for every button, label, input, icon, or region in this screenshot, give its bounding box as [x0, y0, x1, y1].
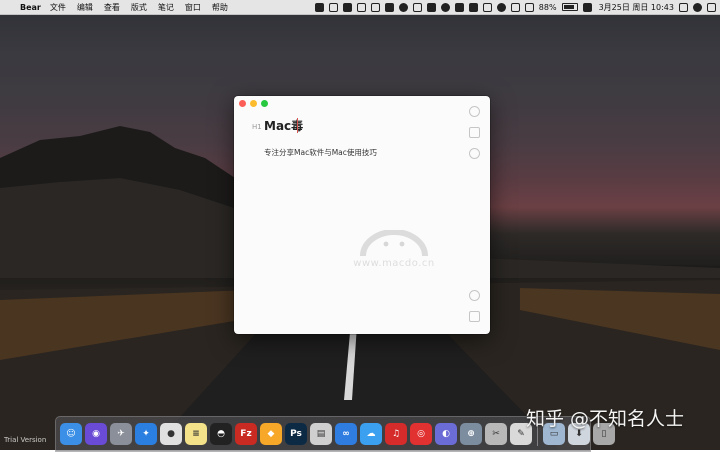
menu-edit[interactable]: 编辑: [77, 2, 93, 13]
menu-file[interactable]: 文件: [50, 2, 66, 13]
scanner-icon[interactable]: ▤: [310, 423, 332, 445]
safari-icon[interactable]: ✦: [135, 423, 157, 445]
zoom-button[interactable]: [261, 100, 268, 107]
netease-cloud-icon[interactable]: ◎: [410, 423, 432, 445]
heading-marker: H1: [252, 123, 262, 131]
menu-clock[interactable]: 3月25日 周日 10:43: [599, 2, 674, 13]
status-upload-icon[interactable]: [370, 2, 380, 12]
pencil-icon[interactable]: [469, 290, 480, 301]
zhihu-watermark: 知乎 @不知名人士: [526, 408, 685, 430]
volume-icon[interactable]: [524, 2, 534, 12]
baidu-cloud-icon[interactable]: ∞: [335, 423, 357, 445]
status-record-icon[interactable]: [398, 2, 408, 12]
status-grid-icon[interactable]: [342, 2, 352, 12]
spotlight-icon[interactable]: [679, 2, 688, 12]
siri-icon[interactable]: ◉: [85, 423, 107, 445]
status-eye-icon[interactable]: [440, 2, 450, 12]
info-icon[interactable]: [469, 106, 480, 117]
macdo-logo: [360, 230, 428, 257]
bear-note-window: H1 Mac毒 专注分享Mac软件与Mac使用技巧 www.macdo.cn: [234, 96, 490, 334]
launchpad-icon[interactable]: ✈: [110, 423, 132, 445]
network-utility-icon[interactable]: ⊕: [460, 423, 482, 445]
finder-icon[interactable]: ☺: [60, 423, 82, 445]
status-pin-icon[interactable]: [482, 2, 492, 12]
battery-icon[interactable]: [561, 3, 578, 11]
status-dot-icon[interactable]: [496, 2, 506, 12]
netease-music-icon[interactable]: ♫: [385, 423, 407, 445]
menu-window[interactable]: 窗口: [185, 2, 201, 13]
menu-note[interactable]: 笔记: [158, 2, 174, 13]
istat-icon[interactable]: ◐: [435, 423, 457, 445]
trial-version-label: Trial Version: [4, 436, 47, 444]
filezilla-icon[interactable]: Fz: [235, 423, 257, 445]
icloud-icon[interactable]: ☁: [360, 423, 382, 445]
siri-menu-icon[interactable]: [693, 2, 702, 12]
status-reply-icon[interactable]: [426, 2, 436, 12]
status-window-icon[interactable]: [328, 2, 338, 12]
chrome-icon[interactable]: ●: [160, 423, 182, 445]
status-area: 88% 3月25日 周日 10:43: [314, 2, 720, 13]
menu-help[interactable]: 帮助: [212, 2, 228, 13]
minimize-button[interactable]: [250, 100, 257, 107]
bluetooth-icon[interactable]: [412, 2, 422, 12]
notification-center-icon[interactable]: [707, 2, 716, 12]
dock: ☺ ◉ ✈ ✦ ● ≡ ◓ Fz ◆ Ps ▤ ∞ ☁ ♫ ◎ ◐ ⊕ ✂ ✎ ▭ ⬇ ▯: [55, 416, 615, 452]
menu-format[interactable]: 版式: [131, 2, 147, 13]
watermark-url: www.macdo.cn: [353, 258, 435, 269]
text-caret: [297, 118, 298, 133]
window-controls: [239, 100, 268, 107]
xcode-tools-icon[interactable]: ✂: [485, 423, 507, 445]
qq-icon[interactable]: ◓: [210, 423, 232, 445]
sketch-icon[interactable]: ◆: [260, 423, 282, 445]
note-body-text[interactable]: 专注分享Mac软件与Mac使用技巧: [264, 147, 377, 158]
macdo-watermark: www.macdo.cn: [352, 230, 436, 269]
pin-note-icon[interactable]: [469, 148, 480, 159]
status-box-icon[interactable]: [356, 2, 366, 12]
attachment-icon[interactable]: [469, 311, 480, 322]
wifi-icon[interactable]: [510, 2, 520, 12]
note-toolbar: [469, 106, 480, 159]
status-app-icon[interactable]: [314, 2, 324, 12]
notes-icon[interactable]: ≡: [185, 423, 207, 445]
menu-app-name[interactable]: Bear: [20, 3, 41, 12]
menu-bar: Bear 文件 编辑 查看 版式 笔记 窗口 帮助 88% 3月25日 周日 1…: [0, 0, 720, 15]
battery-percent[interactable]: 88%: [539, 3, 557, 12]
close-button[interactable]: [239, 100, 246, 107]
share-icon[interactable]: [469, 127, 480, 138]
menu-view[interactable]: 查看: [104, 2, 120, 13]
status-album-icon[interactable]: [454, 2, 464, 12]
status-shield-icon[interactable]: [384, 2, 394, 12]
photoshop-icon[interactable]: Ps: [285, 423, 307, 445]
note-bottom-toolbar: [469, 290, 480, 322]
input-method-icon[interactable]: [582, 2, 592, 12]
status-p-icon[interactable]: [468, 2, 478, 12]
